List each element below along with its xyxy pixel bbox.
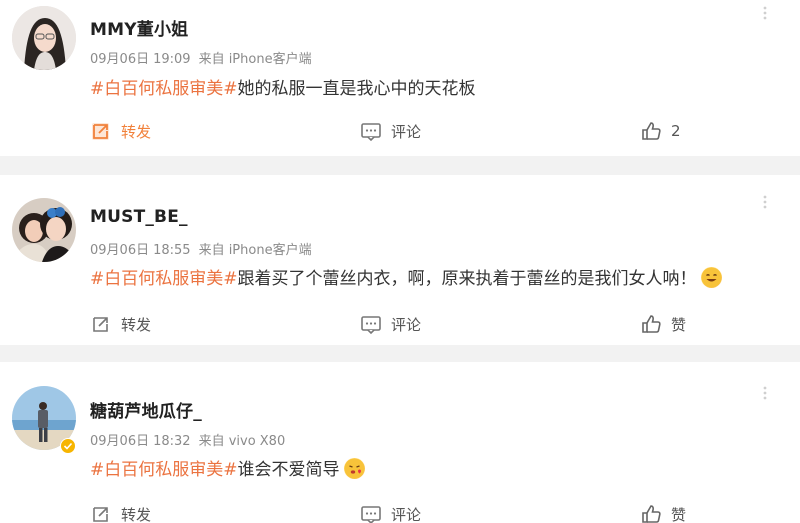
post-date: 09月06日 <box>90 52 150 67</box>
post-meta: 09月06日 19:09 来自 iPhone客户端 <box>90 48 312 67</box>
comment-label: 评论 <box>391 315 422 334</box>
post-content: #白百何私服审美#谁会不爱简导 <box>90 455 365 480</box>
post-meta: 09月06日 18:32 来自 vivo X80 <box>90 430 285 449</box>
kiss-emoji-icon <box>343 458 365 479</box>
thumbs-up-icon <box>640 313 662 335</box>
username[interactable]: MMY董小姐 <box>90 15 188 40</box>
post-text: 谁会不爱简导 <box>237 460 340 480</box>
forward-label: 转发 <box>121 315 152 334</box>
post-actions: 转发 评论 赞 <box>0 499 800 523</box>
post-actions: 转发 评论 赞 <box>0 309 800 339</box>
like-button[interactable]: 2 <box>640 116 681 146</box>
post-divider <box>0 345 800 362</box>
grin-emoji-icon <box>700 267 722 288</box>
post-text: 跟着买了个蕾丝内衣，啊，原来执着于蕾丝的是我们女人呐！ <box>237 269 697 289</box>
post-time: 18:55 <box>153 243 191 258</box>
post-actions: 转发 评论 2 <box>0 116 800 146</box>
username[interactable]: 糖葫芦地瓜仔_ <box>90 397 202 422</box>
post-time: 18:32 <box>153 434 191 449</box>
forward-button[interactable]: 转发 <box>90 116 151 146</box>
forward-button[interactable]: 转发 <box>90 309 151 339</box>
comment-button[interactable]: 评论 <box>360 116 421 146</box>
forward-icon <box>90 503 112 523</box>
comment-button[interactable]: 评论 <box>360 499 421 523</box>
more-options-icon[interactable] <box>758 386 772 400</box>
comment-label: 评论 <box>391 122 422 141</box>
hashtag-link[interactable]: #白百何私服审美# <box>90 460 238 480</box>
thumbs-up-icon <box>640 503 662 523</box>
like-button[interactable]: 赞 <box>640 309 686 339</box>
verified-badge-icon <box>60 438 76 454</box>
hashtag-link[interactable]: #白百何私服审美# <box>90 269 238 289</box>
post-card: MUST_BE_ 09月06日 18:55 来自 iPhone客户端 #白百何私服审… <box>0 175 800 345</box>
forward-icon <box>90 313 112 335</box>
post-source: 来自 iPhone客户端 <box>198 243 312 258</box>
post-date: 09月06日 <box>90 243 150 258</box>
thumbs-up-icon <box>640 120 662 142</box>
forward-label: 转发 <box>121 122 152 141</box>
forward-label: 转发 <box>121 505 152 523</box>
comment-icon <box>360 313 382 335</box>
comment-icon <box>360 503 382 523</box>
more-options-icon[interactable] <box>758 6 772 20</box>
post-date: 09月06日 <box>90 434 150 449</box>
avatar[interactable] <box>12 198 76 262</box>
post-card: 糖葫芦地瓜仔_ 09月06日 18:32 来自 vivo X80 #白百何私服审美#… <box>0 362 800 523</box>
like-count: 2 <box>671 122 681 140</box>
post-source: 来自 iPhone客户端 <box>198 52 312 67</box>
comment-icon <box>360 120 382 142</box>
comment-label: 评论 <box>391 505 422 523</box>
more-options-icon[interactable] <box>758 195 772 209</box>
like-button[interactable]: 赞 <box>640 499 686 523</box>
weibo-comment-feed: MMY董小姐 09月06日 19:09 来自 iPhone客户端 #白百何私服审美#… <box>0 0 800 523</box>
post-meta: 09月06日 18:55 来自 iPhone客户端 <box>90 239 312 258</box>
avatar-photo <box>12 198 76 262</box>
forward-button[interactable]: 转发 <box>90 499 151 523</box>
post-content: #白百何私服审美#跟着买了个蕾丝内衣，啊，原来执着于蕾丝的是我们女人呐！ <box>90 264 722 289</box>
username[interactable]: MUST_BE_ <box>90 207 188 227</box>
post-time: 19:09 <box>153 52 191 67</box>
post-text: 她的私服一直是我心中的天花板 <box>237 79 476 99</box>
hashtag-link[interactable]: #白百何私服审美# <box>90 79 238 99</box>
post-content: #白百何私服审美#她的私服一直是我心中的天花板 <box>90 74 476 99</box>
comment-button[interactable]: 评论 <box>360 309 421 339</box>
like-label: 赞 <box>671 315 687 334</box>
post-divider <box>0 156 800 175</box>
post-source: 来自 vivo X80 <box>198 434 286 449</box>
avatar[interactable] <box>12 6 76 70</box>
like-label: 赞 <box>671 505 687 523</box>
avatar-photo <box>12 6 76 70</box>
forward-icon <box>90 120 112 142</box>
post-card: MMY董小姐 09月06日 19:09 来自 iPhone客户端 #白百何私服审美#… <box>0 0 800 156</box>
